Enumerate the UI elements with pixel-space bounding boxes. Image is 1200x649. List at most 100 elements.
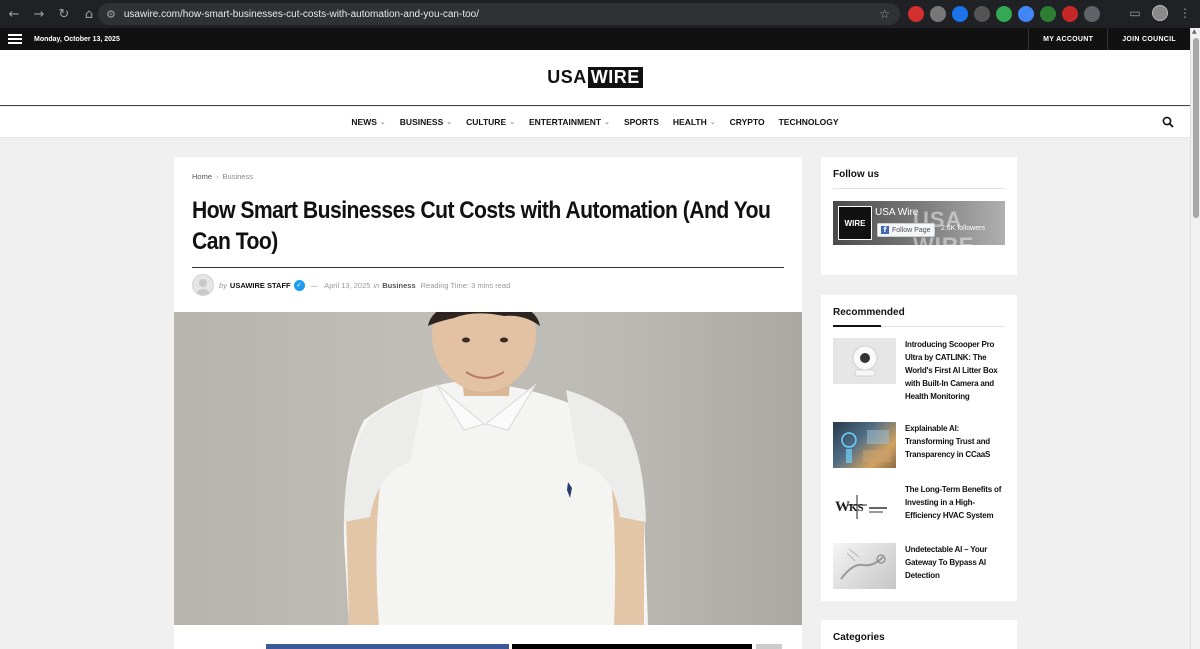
site-info-icon[interactable]: ⚙ [106,8,116,21]
meta-in: in [373,280,380,290]
recommended-thumbnail[interactable]: W KS [833,483,896,529]
categories-title: Categories [833,632,885,643]
follow-widget: Follow us USA WIRE WIRE USA Wire f Follo… [821,157,1017,275]
nav-label: CRYPTO [729,117,765,127]
facebook-icon: f [881,226,889,234]
author-name[interactable]: USAWIRE STAFF [230,281,291,290]
recommended-thumbnail[interactable] [833,543,896,589]
verified-check-icon: ✓ [293,279,305,291]
nav-label: TECHNOLOGY [778,117,839,127]
share-x-button[interactable] [512,644,752,649]
nav-item-entertainment[interactable]: ENTERTAINMENT ⌄ [529,117,610,127]
recommended-title-text[interactable]: Explainable AI: Transforming Trust and T… [905,422,1005,478]
share-more-button[interactable] [756,644,782,649]
nav-item-health[interactable]: HEALTH ⌄ [673,117,716,127]
hero-photo-illustration [343,312,648,625]
home-icon[interactable]: ⌂ [78,3,100,25]
site-topbar: Monday, October 13, 2025 MY ACCOUNT JOIN… [0,28,1190,50]
svg-text:W: W [835,499,850,515]
puzzle-icon[interactable] [1084,6,1100,22]
follow-page-label: Follow Page [892,226,931,234]
reading-time: Reading Time: 3 mins read [420,280,511,290]
nav-item-culture[interactable]: CULTURE ⌄ [466,117,515,127]
author-avatar[interactable] [192,274,214,296]
recommended-title-text[interactable]: Introducing Scooper Pro Ultra by CATLINK… [905,338,1005,401]
logo-wire: WIRE [587,67,643,88]
extension-icon[interactable] [1062,6,1078,22]
chevron-down-icon: ⌄ [604,118,610,126]
extension-icon[interactable] [930,6,946,22]
bookmark-star-icon[interactable]: ☆ [879,7,890,21]
nav-item-crypto[interactable]: CRYPTO [730,117,765,127]
reload-icon[interactable]: ↻ [53,3,75,25]
share-facebook-button[interactable] [266,644,509,649]
extension-icon[interactable] [1040,6,1056,22]
camera-device-image [852,345,878,377]
address-bar[interactable]: ⚙ usawire.com/how-smart-businesses-cut-c… [98,3,900,25]
my-account-link[interactable]: MY ACCOUNT [1028,28,1107,50]
meta-by: by [219,280,227,290]
recommended-thumbnail[interactable] [833,338,896,384]
extension-icon[interactable] [908,6,924,22]
nav-item-news[interactable]: NEWS ⌄ [351,117,385,127]
nav-item-business[interactable]: BUSINESS ⌄ [400,117,452,127]
recommended-item[interactable]: Explainable AI: Transforming Trust and T… [833,422,1005,478]
nav-item-technology[interactable]: TECHNOLOGY [779,117,839,127]
sidepanel-icon[interactable]: ▭ [1126,6,1144,20]
chevron-down-icon: ⌄ [379,118,386,126]
recommended-widget: Recommended Introducing Scooper Pro Ultr… [821,295,1017,601]
extension-icon[interactable] [996,6,1012,22]
hero-image [174,312,802,625]
title-divider [192,267,784,268]
extensions-bar [908,6,1100,22]
facebook-page-plugin[interactable]: USA WIRE WIRE USA Wire f Follow Page 2.6… [833,201,1005,245]
scrollbar-thumb[interactable] [1193,38,1199,218]
breadcrumb-category[interactable]: Business [223,172,253,181]
meta-category[interactable]: Business [382,281,415,290]
fb-page-logo: WIRE [838,206,872,240]
join-council-link[interactable]: JOIN COUNCIL [1107,28,1190,50]
recommended-item[interactable]: W KS The Long-Term Benefits of Investing… [833,483,1005,539]
extension-icon[interactable] [1018,6,1034,22]
current-date: Monday, October 13, 2025 [34,35,120,43]
recommended-title-text[interactable]: Undetectable AI – Your Gateway To Bypass… [905,543,1005,599]
breadcrumb-home[interactable]: Home [192,172,212,181]
extension-icon[interactable] [952,6,968,22]
recommended-thumbnail[interactable] [833,422,896,468]
widget-title-underline [833,325,881,327]
back-icon[interactable]: ← [3,3,25,25]
profile-avatar[interactable] [1152,5,1168,21]
ai-scene-image [841,430,891,463]
scroll-up-icon[interactable]: ▲ [1192,28,1197,35]
fb-followers-count: 2.6K followers [941,225,985,232]
article-title: How Smart Businesses Cut Costs with Auto… [192,197,771,255]
hamburger-menu-icon[interactable] [8,34,22,44]
publish-date: April 13, 2025 [324,280,371,290]
recommended-item[interactable]: Undetectable AI – Your Gateway To Bypass… [833,543,1005,599]
nav-label: HEALTH [672,117,707,127]
recommended-title-text[interactable]: The Long-Term Benefits of Investing in a… [905,483,1005,539]
site-header: USA WIRE [0,50,1190,106]
search-icon[interactable] [1162,116,1174,128]
share-bar [174,629,802,649]
follow-title: Follow us [833,169,880,180]
recommended-title: Recommended [833,307,905,318]
extension-icon[interactable] [974,6,990,22]
chevron-down-icon: ⌄ [709,118,716,126]
chevron-down-icon: ⌄ [509,118,515,126]
fb-page-name[interactable]: USA Wire [875,207,918,218]
breadcrumb: Home › Business [192,172,253,181]
address-url: usawire.com/how-smart-businesses-cut-cos… [123,8,480,20]
nav-label: SPORTS [623,117,659,127]
recommended-item[interactable]: Introducing Scooper Pro Ultra by CATLINK… [833,338,1005,401]
follow-page-button[interactable]: f Follow Page [877,223,935,237]
breadcrumb-separator: › [216,172,219,181]
site-logo[interactable]: USA WIRE [547,67,643,88]
article-card: Home › Business How Smart Businesses Cut… [174,157,802,649]
menu-kebab-icon[interactable]: ⋮ [1176,6,1194,20]
hvac-logo-image: W KS [835,495,887,519]
nav-label: BUSINESS [399,117,444,127]
forward-icon[interactable]: → [28,3,50,25]
nav-item-sports[interactable]: SPORTS [624,117,659,127]
page-scrollbar[interactable]: ▲ [1190,28,1200,649]
